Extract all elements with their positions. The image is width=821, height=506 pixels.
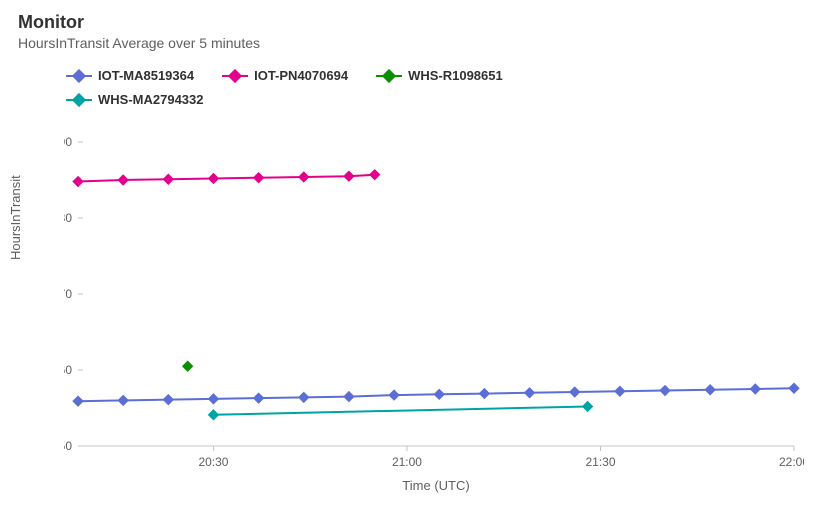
legend-marker-icon xyxy=(376,70,402,82)
data-point[interactable] xyxy=(615,386,625,396)
x-tick-label: 21:30 xyxy=(585,455,615,469)
legend-label: WHS-MA2794332 xyxy=(98,89,204,111)
data-point[interactable] xyxy=(118,395,128,405)
y-tick-label: 80 xyxy=(64,211,72,225)
page-title: Monitor xyxy=(18,12,803,33)
y-tick-label: 60 xyxy=(64,363,72,377)
y-tick-label: 90 xyxy=(64,136,72,149)
data-point[interactable] xyxy=(163,395,173,405)
legend-marker-icon xyxy=(222,70,248,82)
data-point[interactable] xyxy=(208,173,218,183)
data-point[interactable] xyxy=(208,410,218,420)
data-point[interactable] xyxy=(705,385,715,395)
legend-item-3[interactable]: WHS-MA2794332 xyxy=(66,89,204,111)
data-point[interactable] xyxy=(208,394,218,404)
y-tick-label: 50 xyxy=(64,439,72,453)
data-point[interactable] xyxy=(370,170,380,180)
legend-label: IOT-PN4070694 xyxy=(254,65,348,87)
data-point[interactable] xyxy=(73,396,83,406)
x-tick-label: 22:00 xyxy=(779,455,804,469)
data-point[interactable] xyxy=(299,392,309,402)
chart-svg: 50 60 70 80 90 20:30 21:00 21:30 22:00 Time (UTC) xyxy=(64,136,804,496)
data-point[interactable] xyxy=(660,386,670,396)
y-tick-label: 70 xyxy=(64,287,72,301)
data-point[interactable] xyxy=(789,383,799,393)
legend-item-2[interactable]: WHS-R1098651 xyxy=(376,65,503,87)
data-point[interactable] xyxy=(525,388,535,398)
data-point[interactable] xyxy=(434,389,444,399)
series-line-3 xyxy=(214,407,588,415)
x-axis-title: Time (UTC) xyxy=(402,478,469,493)
chart-plot-area: 506070809020:3021:0021:3022:00Time (UTC) xyxy=(64,136,804,456)
legend-label: WHS-R1098651 xyxy=(408,65,503,87)
data-point[interactable] xyxy=(570,387,580,397)
data-point[interactable] xyxy=(479,389,489,399)
data-point[interactable] xyxy=(183,361,193,371)
legend-marker-icon xyxy=(66,94,92,106)
data-point[interactable] xyxy=(344,171,354,181)
data-point[interactable] xyxy=(750,384,760,394)
chart-legend: IOT-MA8519364 IOT-PN4070694 WHS-R1098651 WH… xyxy=(66,65,805,113)
data-point[interactable] xyxy=(163,174,173,184)
data-point[interactable] xyxy=(344,392,354,402)
data-point[interactable] xyxy=(583,401,593,411)
legend-label: IOT-MA8519364 xyxy=(98,65,194,87)
data-point[interactable] xyxy=(299,172,309,182)
x-tick-label: 20:30 xyxy=(198,455,228,469)
y-axis-title: HoursInTransit xyxy=(8,175,23,260)
legend-marker-icon xyxy=(66,70,92,82)
page-subtitle: HoursInTransit Average over 5 minutes xyxy=(18,35,803,51)
legend-item-0[interactable]: IOT-MA8519364 xyxy=(66,65,194,87)
data-point[interactable] xyxy=(254,173,264,183)
data-point[interactable] xyxy=(389,390,399,400)
data-point[interactable] xyxy=(254,393,264,403)
legend-item-1[interactable]: IOT-PN4070694 xyxy=(222,65,348,87)
x-tick-label: 21:00 xyxy=(392,455,422,469)
data-point[interactable] xyxy=(118,175,128,185)
data-point[interactable] xyxy=(73,177,83,187)
